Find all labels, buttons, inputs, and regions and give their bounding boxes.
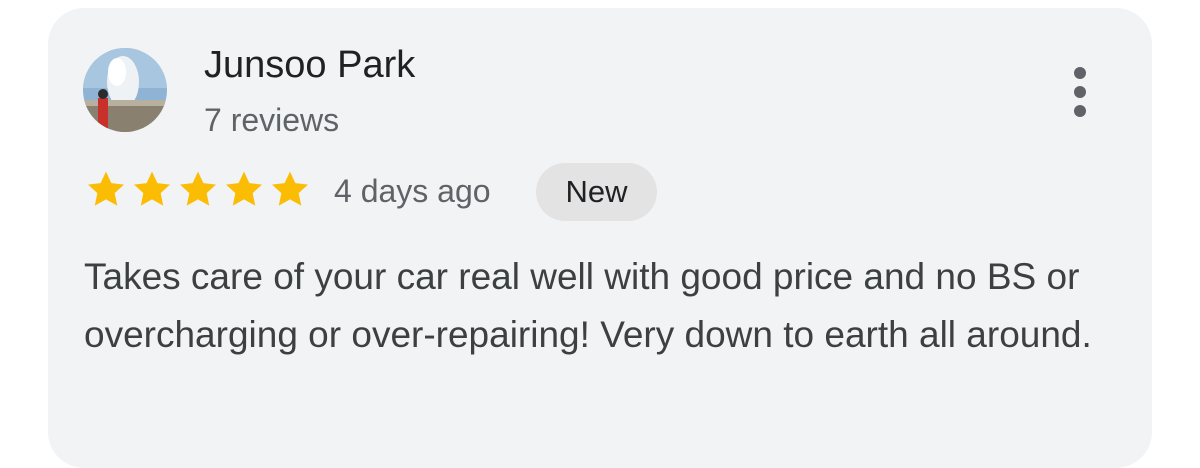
star-icon: [180, 171, 216, 206]
reviewer-review-count: 7 reviews: [204, 102, 340, 138]
more-options-button[interactable]: [1060, 62, 1100, 122]
star-icon: [134, 171, 170, 206]
star-icon: [272, 171, 308, 206]
star-icon: [226, 171, 262, 206]
star-rating: [84, 168, 312, 212]
review-text: Takes care of your car real well with go…: [84, 256, 1092, 355]
more-vert-icon-dot: [1074, 105, 1086, 117]
avatar-photo: [83, 48, 167, 132]
new-badge: New: [536, 163, 657, 221]
review-date: 4 days ago: [334, 173, 491, 209]
more-vert-icon: [1074, 67, 1086, 79]
star-icon: [88, 171, 124, 206]
reviewer-name[interactable]: Junsoo Park: [204, 42, 415, 88]
reviewer-avatar[interactable]: [83, 48, 167, 132]
more-vert-icon-dot: [1074, 86, 1086, 98]
